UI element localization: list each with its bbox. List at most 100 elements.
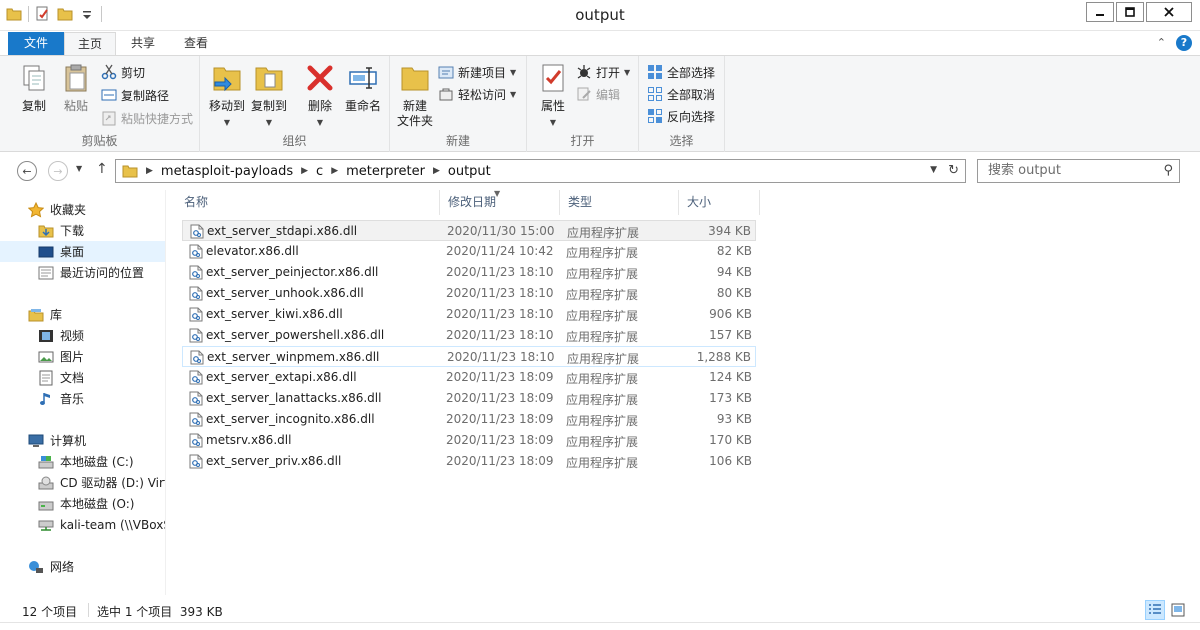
edit-button[interactable]: 编辑: [576, 84, 620, 104]
paste-button[interactable]: 粘贴: [56, 62, 96, 114]
file-size: 124 KB: [709, 370, 752, 384]
breadcrumb-metasploit-payloads[interactable]: metasploit-payloads: [161, 164, 293, 179]
group-open-label: 打开: [570, 134, 595, 148]
address-bar[interactable]: ▶ metasploit-payloads ▶ c ▶ meterpreter …: [115, 159, 966, 183]
sidebar-item-documents[interactable]: 文档: [0, 367, 165, 388]
column-header-type[interactable]: 类型: [560, 190, 679, 215]
sidebar-item-network[interactable]: 网络: [0, 556, 165, 577]
up-arrow-icon[interactable]: ↑: [96, 161, 108, 177]
copy-label: 复制: [21, 99, 46, 113]
large-icons-view-button[interactable]: [1168, 600, 1188, 620]
sidebar-item-music[interactable]: 音乐: [0, 388, 165, 409]
forward-button[interactable]: →: [48, 161, 68, 181]
copy-to-folder-icon: [255, 67, 283, 91]
new-item-button[interactable]: 新建项目 ▼: [438, 62, 516, 82]
sidebar-item-computer[interactable]: 计算机: [0, 430, 165, 451]
sidebar-item-favorites[interactable]: 收藏夹: [0, 199, 165, 220]
recent-locations-chevron-icon[interactable]: ▼: [76, 164, 82, 173]
sidebar-item-recent[interactable]: 最近访问的位置: [0, 262, 165, 283]
copy-to-button[interactable]: 复制到 ▼: [249, 62, 289, 130]
copy-path-button[interactable]: 复制路径: [101, 85, 169, 105]
file-type: 应用程序扩展: [566, 456, 639, 470]
table-row[interactable]: ext_server_lanattacks.x86.dll 2020/11/23 …: [182, 388, 756, 409]
delete-button[interactable]: 删除 ▼: [300, 62, 340, 130]
rename-icon: [349, 67, 377, 89]
breadcrumb-chevron-icon[interactable]: ▶: [301, 166, 308, 176]
back-button[interactable]: ←: [17, 161, 37, 181]
tab-view[interactable]: 查看: [170, 32, 222, 55]
group-organize-label: 组织: [282, 134, 307, 148]
sidebar-item-network-share[interactable]: kali-team (\\VBoxS: [0, 514, 165, 535]
minimize-button[interactable]: [1086, 2, 1114, 22]
table-row[interactable]: ext_server_priv.x86.dll 2020/11/23 18:09 应…: [182, 451, 756, 472]
column-header-date[interactable]: 修改日期: [440, 190, 560, 215]
new-folder-button[interactable]: 新建 文件夹: [395, 62, 435, 129]
tab-home[interactable]: 主页: [64, 32, 116, 55]
star-icon: [28, 201, 44, 218]
sidebar-item-drive-c[interactable]: 本地磁盘 (C:): [0, 451, 165, 472]
address-dropdown-chevron-icon[interactable]: ▼: [930, 165, 937, 175]
column-header-name[interactable]: 名称: [176, 190, 440, 215]
maximize-button[interactable]: [1116, 2, 1144, 22]
file-name: ext_server_incognito.x86.dll: [206, 412, 375, 426]
ribbon-tabs: 文件 主页 共享 查看 ⌃ ?: [0, 31, 1200, 55]
rename-button[interactable]: 重命名: [341, 62, 385, 114]
cut-button[interactable]: 剪切: [101, 62, 145, 82]
copy-path-icon: [101, 89, 117, 101]
close-button[interactable]: [1146, 2, 1192, 22]
sidebar-item-pictures[interactable]: 图片: [0, 346, 165, 367]
breadcrumb-meterpreter[interactable]: meterpreter: [346, 164, 425, 179]
file-size: 93 KB: [716, 412, 752, 426]
table-row[interactable]: ext_server_kiwi.x86.dll 2020/11/23 18:10 应…: [182, 304, 756, 325]
search-icon[interactable]: ⚲: [1163, 160, 1173, 182]
table-row[interactable]: ext_server_unhook.x86.dll 2020/11/23 18:1…: [182, 283, 756, 304]
refresh-icon[interactable]: ↻: [948, 163, 959, 178]
file-date: 2020/11/23 18:10: [447, 350, 555, 364]
select-none-button[interactable]: 全部取消: [647, 84, 715, 104]
table-row[interactable]: ext_server_peinjector.x86.dll 2020/11/23 …: [182, 262, 756, 283]
breadcrumb-chevron-icon[interactable]: ▶: [146, 166, 153, 176]
file-name: ext_server_unhook.x86.dll: [206, 286, 364, 300]
sidebar-item-drive-o[interactable]: 本地磁盘 (O:): [0, 493, 165, 514]
paste-shortcut-button[interactable]: 粘贴快捷方式: [101, 108, 193, 128]
table-row[interactable]: ext_server_powershell.x86.dll 2020/11/23 …: [182, 325, 756, 346]
table-row[interactable]: ext_server_winpmem.x86.dll 2020/11/23 18:…: [182, 346, 756, 367]
breadcrumb-c[interactable]: c: [316, 164, 323, 179]
ribbon-collapse-chevron-icon[interactable]: ⌃: [1157, 36, 1166, 49]
column-header-size[interactable]: 大小: [679, 190, 760, 215]
search-input[interactable]: 搜索 output ⚲: [977, 159, 1180, 183]
breadcrumb-chevron-icon[interactable]: ▶: [331, 166, 338, 176]
properties-button[interactable]: 属性 ▼: [533, 62, 573, 130]
edit-label: 编辑: [596, 87, 621, 102]
sidebar-item-desktop[interactable]: 桌面: [0, 241, 165, 262]
libraries-icon: [28, 308, 44, 321]
sidebar-label: 本地磁盘 (O:): [60, 497, 135, 511]
table-row[interactable]: ext_server_incognito.x86.dll 2020/11/23 1…: [182, 409, 756, 430]
table-row[interactable]: ext_server_extapi.x86.dll 2020/11/23 18:0…: [182, 367, 756, 388]
sidebar-label: 最近访问的位置: [60, 266, 145, 280]
select-all-button[interactable]: 全部选择: [647, 62, 715, 82]
sidebar-item-downloads[interactable]: 下载: [0, 220, 165, 241]
sidebar-item-videos[interactable]: 视频: [0, 325, 165, 346]
table-row[interactable]: metsrv.x86.dll 2020/11/23 18:09 应用程序扩展 170 …: [182, 430, 756, 451]
move-to-button[interactable]: 移动到 ▼: [207, 62, 247, 130]
easy-access-button[interactable]: 轻松访问 ▼: [438, 84, 516, 104]
new-folder-icon: [401, 67, 429, 91]
edit-pencil-icon: [577, 87, 591, 101]
open-button[interactable]: 打开 ▼: [576, 62, 630, 82]
tab-share[interactable]: 共享: [116, 32, 170, 55]
group-open: 属性 ▼ 打开 ▼ 编辑 打开: [527, 56, 639, 152]
copy-button[interactable]: 复制: [14, 62, 54, 114]
details-view-button[interactable]: [1145, 600, 1165, 620]
status-separator: [88, 603, 89, 617]
file-name: ext_server_priv.x86.dll: [206, 454, 342, 468]
invert-selection-button[interactable]: 反向选择: [647, 106, 715, 126]
sidebar-item-drive-d[interactable]: CD 驱动器 (D:) Virt: [0, 472, 165, 493]
breadcrumb-output[interactable]: output: [448, 164, 491, 179]
table-row[interactable]: ext_server_stdapi.x86.dll 2020/11/30 15:0…: [182, 220, 756, 241]
breadcrumb-chevron-icon[interactable]: ▶: [433, 166, 440, 176]
tab-file[interactable]: 文件: [8, 32, 64, 55]
sidebar-item-libraries[interactable]: 库: [0, 304, 165, 325]
table-row[interactable]: elevator.x86.dll 2020/11/24 10:42 应用程序扩展 82…: [182, 241, 756, 262]
help-icon[interactable]: ?: [1176, 35, 1192, 51]
